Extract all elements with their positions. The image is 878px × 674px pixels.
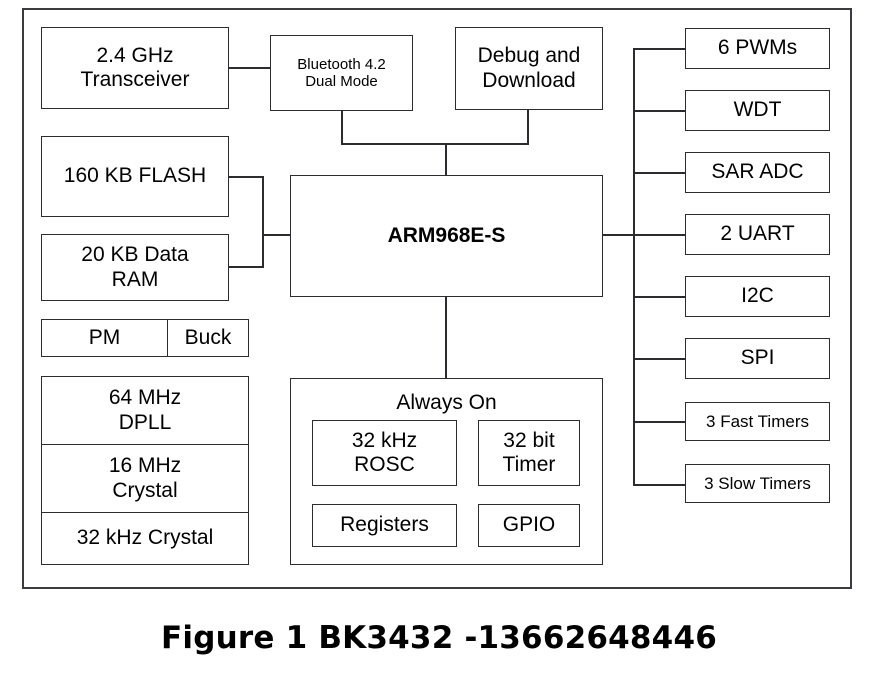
block-gpio[interactable]: GPIO bbox=[478, 504, 580, 547]
block-dpll[interactable]: 64 MHz DPLL bbox=[42, 377, 248, 445]
block-data-ram[interactable]: 20 KB Data RAM bbox=[41, 234, 229, 301]
block-flash[interactable]: 160 KB FLASH bbox=[41, 136, 229, 217]
block-spi[interactable]: SPI bbox=[685, 338, 830, 379]
wire-bus-fast-timers bbox=[633, 421, 685, 423]
figure-caption: Figure 1 BK3432 -13662648446 bbox=[161, 620, 717, 656]
block-timer-32bit[interactable]: 32 bit Timer bbox=[478, 420, 580, 486]
wire-ram-stub bbox=[228, 266, 264, 268]
peripheral-bus bbox=[633, 48, 635, 485]
block-debug-download[interactable]: Debug and Download bbox=[455, 27, 603, 110]
block-transceiver[interactable]: 2.4 GHz Transceiver bbox=[41, 27, 229, 109]
clock-stack: 64 MHz DPLL 16 MHz Crystal 32 kHz Crysta… bbox=[41, 376, 249, 565]
block-pwms[interactable]: 6 PWMs bbox=[685, 28, 830, 69]
block-registers[interactable]: Registers bbox=[312, 504, 457, 547]
wire-bus-slow-timers bbox=[633, 484, 685, 486]
wire-bus-pwms bbox=[633, 48, 685, 50]
block-i2c[interactable]: I2C bbox=[685, 276, 830, 317]
wire-cpu-to-bus bbox=[603, 234, 635, 236]
block-pm-buck: PM Buck bbox=[41, 319, 249, 357]
wire-radio-debug-merge bbox=[341, 143, 529, 145]
block-slow-timers[interactable]: 3 Slow Timers bbox=[685, 464, 830, 503]
block-diagram-canvas: 2.4 GHz Transceiver Bluetooth 4.2 Dual M… bbox=[0, 0, 878, 674]
wire-bus-wdt bbox=[633, 110, 685, 112]
block-cpu[interactable]: ARM968E-S bbox=[290, 175, 603, 297]
wire-memory-to-cpu bbox=[262, 234, 292, 236]
block-pm[interactable]: PM bbox=[42, 320, 167, 356]
block-fast-timers[interactable]: 3 Fast Timers bbox=[685, 402, 830, 441]
wire-bus-saradc bbox=[633, 172, 685, 174]
block-bluetooth[interactable]: Bluetooth 4.2 Dual Mode bbox=[270, 35, 413, 111]
wire-transceiver-bluetooth bbox=[228, 67, 272, 69]
wire-flash-stub bbox=[228, 176, 264, 178]
wire-debug-down bbox=[527, 110, 529, 144]
wire-cpu-to-always-on bbox=[445, 296, 447, 378]
block-uart[interactable]: 2 UART bbox=[685, 214, 830, 255]
wire-bus-i2c bbox=[633, 296, 685, 298]
block-buck[interactable]: Buck bbox=[167, 320, 248, 356]
block-crystal-16mhz[interactable]: 16 MHz Crystal bbox=[42, 445, 248, 513]
block-rosc-32khz[interactable]: 32 kHz ROSC bbox=[312, 420, 457, 486]
block-wdt[interactable]: WDT bbox=[685, 90, 830, 131]
block-sar-adc[interactable]: SAR ADC bbox=[685, 152, 830, 193]
group-always-on-title: Always On bbox=[396, 391, 497, 414]
wire-bus-uart bbox=[633, 234, 685, 236]
wire-bus-spi bbox=[633, 358, 685, 360]
wire-merge-to-cpu bbox=[445, 143, 447, 176]
wire-bluetooth-down bbox=[341, 110, 343, 144]
block-crystal-32khz[interactable]: 32 kHz Crystal bbox=[42, 513, 248, 564]
wire-memory-bracket bbox=[262, 176, 264, 268]
